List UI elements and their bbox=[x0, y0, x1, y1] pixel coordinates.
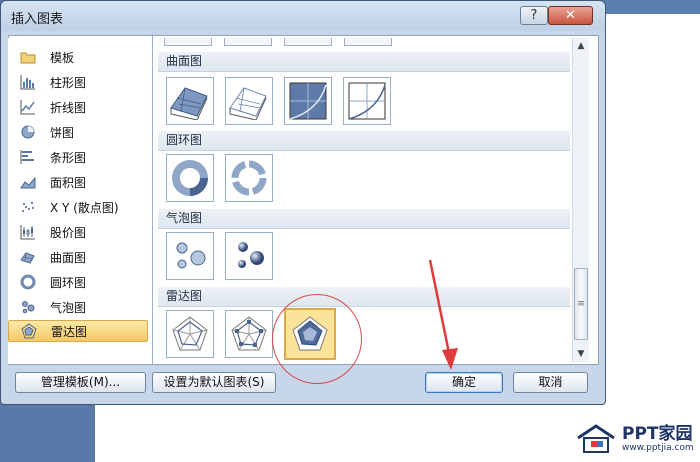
contour-icon bbox=[289, 82, 327, 120]
category-item-scatter[interactable]: X Y (散点图) bbox=[8, 196, 148, 218]
doughnut-icon bbox=[172, 160, 208, 196]
radar-markers-icon bbox=[231, 316, 267, 351]
close-button[interactable]: ✕ bbox=[548, 6, 593, 25]
category-label: 饼图 bbox=[50, 125, 75, 140]
scroll-down-arrow[interactable]: ▼ bbox=[573, 346, 589, 362]
bar-chart-icon bbox=[20, 149, 36, 165]
category-label: 雷达图 bbox=[51, 324, 88, 339]
category-item-stock[interactable]: 股价图 bbox=[8, 221, 148, 243]
watermark-title: PPT家园 bbox=[622, 423, 693, 444]
stock-chart-icon bbox=[20, 224, 36, 240]
category-item-area[interactable]: 面积图 bbox=[8, 171, 148, 193]
area-chart-icon bbox=[20, 174, 36, 190]
category-item-pie[interactable]: 饼图 bbox=[8, 121, 148, 143]
surface-chart-icon bbox=[20, 249, 36, 265]
watermark-logo: PPT家园 www.pptjia.com bbox=[576, 424, 694, 454]
highlight-circle bbox=[272, 294, 362, 384]
radar-markers-thumbnail[interactable] bbox=[225, 310, 273, 358]
section-header-radar: 雷达图 bbox=[158, 287, 570, 307]
help-button[interactable]: ? bbox=[520, 6, 548, 25]
wireframe-3d-thumbnail[interactable] bbox=[225, 77, 273, 125]
category-label: X Y (散点图) bbox=[50, 200, 119, 215]
section-header-surface: 曲面图 bbox=[158, 52, 570, 72]
pie-chart-icon bbox=[20, 124, 36, 140]
doughnut-thumbnail[interactable] bbox=[166, 154, 214, 202]
category-label: 模板 bbox=[50, 50, 75, 65]
bubble-3d-thumbnail[interactable] bbox=[225, 232, 273, 280]
bubble-thumbnail[interactable] bbox=[166, 232, 214, 280]
red-arrow-icon bbox=[428, 259, 458, 370]
manage-templates-button[interactable]: 管理模板(M)... bbox=[15, 372, 146, 393]
category-label: 气泡图 bbox=[50, 300, 87, 315]
wireframe-3d-icon bbox=[229, 87, 267, 120]
set-default-chart-button[interactable]: 设置为默认图表(S) bbox=[152, 372, 276, 393]
contour-thumbnail[interactable] bbox=[284, 77, 332, 125]
category-item-templates[interactable]: 模板 bbox=[8, 46, 148, 68]
background-right bbox=[606, 14, 700, 405]
category-item-line[interactable]: 折线图 bbox=[8, 96, 148, 118]
bubble-icon bbox=[176, 242, 206, 269]
dialog-title: 插入图表 bbox=[11, 12, 64, 27]
wireframe-contour-thumbnail[interactable] bbox=[343, 77, 391, 125]
doughnut-chart-icon bbox=[20, 274, 36, 290]
scroll-up-arrow[interactable]: ▲ bbox=[573, 38, 589, 54]
scroll-thumb[interactable]: ≡ bbox=[574, 268, 588, 340]
category-item-surface[interactable]: 曲面图 bbox=[8, 246, 148, 268]
category-label: 曲面图 bbox=[50, 250, 87, 265]
radar-icon bbox=[172, 316, 208, 351]
radar-chart-icon bbox=[21, 323, 37, 339]
scatter-chart-icon bbox=[20, 199, 36, 215]
bubble-3d-icon bbox=[238, 242, 264, 268]
gallery-scrollbar[interactable]: ▲ ≡ ▼ bbox=[572, 38, 589, 362]
partial-thumbnail-row bbox=[164, 38, 404, 46]
title-bar: 插入图表 ? ✕ bbox=[1, 1, 605, 31]
house-logo-icon bbox=[577, 424, 615, 453]
section-header-bubble: 气泡图 bbox=[158, 209, 570, 229]
exploded-doughnut-thumbnail[interactable] bbox=[225, 154, 273, 202]
radar-thumbnail[interactable] bbox=[166, 310, 214, 358]
watermark-url: www.pptjia.com bbox=[622, 442, 694, 453]
category-item-bubble[interactable]: 气泡图 bbox=[8, 296, 148, 318]
ok-button[interactable]: 确定 bbox=[425, 372, 503, 393]
category-item-bar[interactable]: 条形图 bbox=[8, 146, 148, 168]
section-header-doughnut: 圆环图 bbox=[158, 131, 570, 151]
category-item-radar[interactable]: 雷达图 bbox=[8, 320, 148, 342]
category-item-column[interactable]: 柱形图 bbox=[8, 71, 148, 93]
category-label: 折线图 bbox=[50, 100, 87, 115]
surface-3d-icon bbox=[170, 87, 208, 120]
category-label: 面积图 bbox=[50, 175, 87, 190]
exploded-doughnut-icon bbox=[231, 160, 267, 196]
category-label: 圆环图 bbox=[50, 275, 87, 290]
category-item-doughnut[interactable]: 圆环图 bbox=[8, 271, 148, 293]
category-label: 柱形图 bbox=[50, 75, 87, 90]
folder-icon bbox=[20, 49, 36, 65]
category-label: 条形图 bbox=[50, 150, 87, 165]
column-chart-icon bbox=[20, 74, 36, 90]
line-chart-icon bbox=[20, 99, 36, 115]
bubble-chart-icon bbox=[20, 299, 36, 315]
wireframe-contour-icon bbox=[348, 82, 386, 120]
category-label: 股价图 bbox=[50, 225, 87, 240]
cancel-button[interactable]: 取消 bbox=[513, 372, 588, 393]
surface-3d-thumbnail[interactable] bbox=[166, 77, 214, 125]
